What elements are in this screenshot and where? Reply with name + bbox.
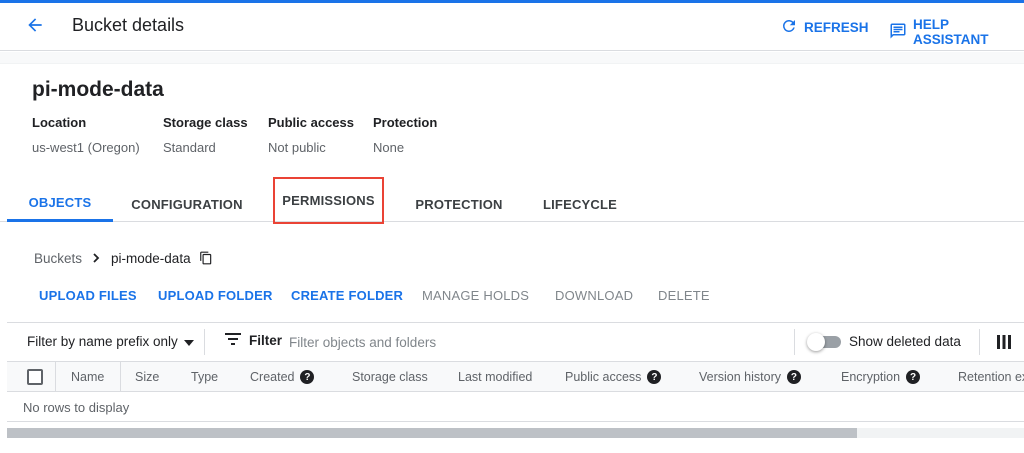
breadcrumb: Buckets pi-mode-data [34,250,213,266]
prop-storage-class: Storage class Standard [163,115,248,155]
refresh-icon [780,17,798,38]
column-label: Storage class [352,370,428,384]
filter-divider [979,329,980,355]
tab-lifecycle[interactable]: LIFECYCLE [536,186,624,222]
filter-objects-input[interactable] [287,329,767,355]
page-header: Bucket details REFRESH HELP ASSISTANT [0,3,1024,51]
chat-icon [889,22,907,43]
column-label: Created [250,370,295,384]
help-assistant-label: HELP ASSISTANT [913,17,989,47]
tab-permissions[interactable]: PERMISSIONS [273,177,384,224]
column-header-storage-class[interactable]: Storage class [352,370,428,384]
create-folder-button[interactable]: CREATE FOLDER [291,288,403,303]
prop-label: Storage class [163,115,248,130]
download-button[interactable]: DOWNLOAD [555,288,633,303]
tab-objects[interactable]: OBJECTS [7,186,113,222]
column-label: Retention ex [958,370,1024,384]
delete-button[interactable]: DELETE [658,288,710,303]
empty-message: No rows to display [23,400,130,415]
copy-icon[interactable] [199,251,213,265]
column-header-version-history[interactable]: Version history ? [699,370,801,384]
column-display-icon[interactable] [997,335,1011,354]
column-header-type[interactable]: Type [191,370,218,384]
tab-bar: OBJECTS CONFIGURATION PERMISSIONS PROTEC… [0,177,1024,224]
column-label: Type [191,370,219,384]
filter-bar: Filter by name prefix only Filter Show d… [7,322,1024,362]
column-divider [55,362,56,392]
filter-list-icon [225,333,241,348]
prop-location: Location us-west1 (Oregon) [32,115,140,155]
page-title: Bucket details [72,15,185,35]
column-header-created[interactable]: Created ? [250,370,315,384]
column-header-encryption[interactable]: Encryption ? [841,370,921,384]
prop-value: Standard [163,140,216,155]
column-divider [120,362,121,392]
help-icon[interactable]: ? [906,370,921,384]
column-header-name[interactable]: Name [71,370,104,384]
tab-configuration[interactable]: CONFIGURATION [125,186,249,222]
filter-label: Filter [249,333,283,348]
object-actions-toolbar: UPLOAD FILES UPLOAD FOLDER CREATE FOLDER… [0,288,1024,308]
prop-value: Not public [268,140,326,155]
tab-protection[interactable]: PROTECTION [410,186,508,222]
help-icon[interactable]: ? [786,370,801,384]
column-header-retention-expiration[interactable]: Retention ex [958,370,1024,384]
show-deleted-label: Show deleted data [849,334,961,349]
header-divider [0,52,1024,64]
filter-divider [204,329,205,355]
prop-label: Public access [268,115,354,130]
column-label: Version history [699,370,781,384]
help-icon[interactable]: ? [300,370,315,384]
prop-label: Protection [373,115,438,130]
bucket-name: pi-mode-data [32,78,164,101]
prop-value: us-west1 (Oregon) [32,140,140,155]
toggle-knob [807,333,825,351]
horizontal-scrollbar-thumb[interactable] [7,428,857,438]
prop-public-access: Public access Not public [268,115,354,155]
column-header-last-modified[interactable]: Last modified [458,370,532,384]
filter-divider [794,329,795,355]
filter-prefix-dropdown[interactable]: Filter by name prefix only [27,334,194,349]
column-label: Public access [565,370,642,384]
refresh-button[interactable]: REFRESH [780,17,869,38]
upload-folder-button[interactable]: UPLOAD FOLDER [158,288,273,303]
column-label: Name [71,370,105,384]
refresh-label: REFRESH [804,20,869,35]
arrow-drop-down-icon [183,334,194,349]
breadcrumb-buckets-link[interactable]: Buckets [34,251,82,266]
upload-files-button[interactable]: UPLOAD FILES [39,288,137,303]
prop-protection: Protection None [373,115,437,155]
arrow-back-icon [25,15,45,40]
select-all-checkbox[interactable] [27,369,43,385]
column-label: Size [135,370,160,384]
column-header-public-access[interactable]: Public access ? [565,370,662,384]
show-deleted-toggle[interactable] [807,333,841,351]
breadcrumb-current: pi-mode-data [111,250,191,266]
empty-table-row: No rows to display [7,392,1024,422]
column-label: Encryption [841,370,901,384]
back-button[interactable] [22,14,48,40]
column-label: Last modified [458,370,533,384]
column-header-size[interactable]: Size [135,370,159,384]
filter-button[interactable]: Filter [225,333,282,348]
manage-holds-button[interactable]: MANAGE HOLDS [422,288,529,303]
objects-table-header: Name Size Type Created ? Storage class L… [7,362,1024,392]
help-assistant-button[interactable]: HELP ASSISTANT [889,17,1024,47]
help-icon[interactable]: ? [647,370,662,384]
prop-label: Location [32,115,87,130]
prop-value: None [373,140,405,155]
filter-prefix-label: Filter by name prefix only [27,334,178,349]
chevron-right-icon [91,250,101,266]
